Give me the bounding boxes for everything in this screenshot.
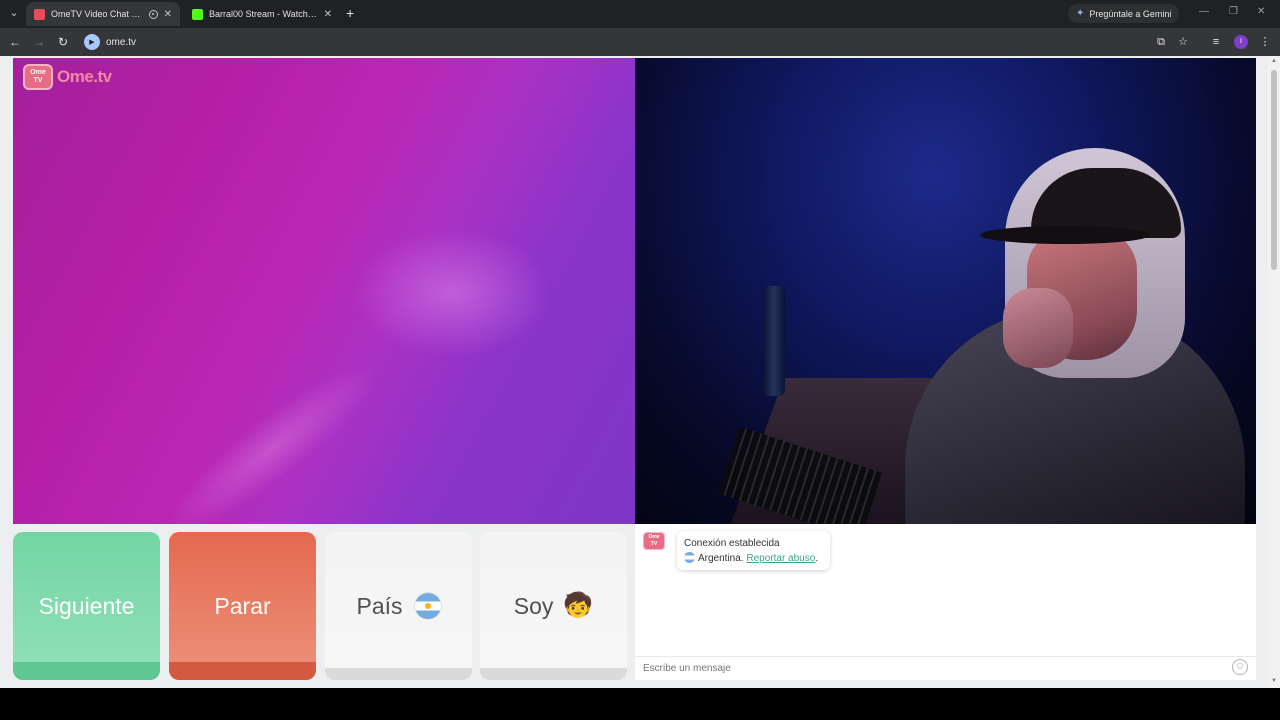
gender-label: Soy xyxy=(513,592,554,619)
forward-icon[interactable]: → xyxy=(31,34,47,50)
profile-avatar[interactable]: I xyxy=(1234,35,1248,49)
next-label: Siguiente xyxy=(38,592,135,619)
local-video: Ome TV Ome.tv xyxy=(13,58,635,524)
site-info-icon[interactable]: ▶ xyxy=(84,34,100,50)
video-person-hand xyxy=(1003,288,1073,368)
close-tab-icon[interactable]: ✕ xyxy=(164,9,172,20)
argentina-flag-icon xyxy=(414,593,441,619)
close-tab-icon[interactable]: ✕ xyxy=(324,9,332,20)
gemini-button[interactable]: ✦ Pregúntale a Gemini xyxy=(1068,4,1180,23)
stop-label: Parar xyxy=(214,592,271,619)
page-scrollbar[interactable]: ▲ ▼ xyxy=(1268,56,1280,688)
minimize-icon[interactable]: — xyxy=(1199,6,1209,17)
restore-icon[interactable]: ❐ xyxy=(1229,6,1238,17)
scroll-thumb[interactable] xyxy=(1271,70,1277,270)
argentina-flag-icon xyxy=(684,552,695,563)
menu-icon[interactable]: ⋮ xyxy=(1257,34,1273,50)
address-bar[interactable]: ▶ ome.tv xyxy=(80,31,1174,53)
tab-kick[interactable]: Barral00 Stream - Watch Live on Kick ✕ xyxy=(184,2,340,26)
remote-video xyxy=(635,58,1256,524)
close-window-icon[interactable]: ✕ xyxy=(1257,6,1265,17)
new-tab-icon[interactable]: + xyxy=(346,5,360,21)
page-content: Ome TV Ome.tv Siguiente Parar País Soy 🧒… xyxy=(0,56,1280,688)
tab-ometv[interactable]: OmeTV Video Chat — Omegle ✕ xyxy=(26,2,180,26)
back-icon[interactable]: ← xyxy=(7,34,23,50)
bookmark-star-icon[interactable]: ☆ xyxy=(1175,34,1191,50)
taskbar-area xyxy=(0,688,1280,720)
country-label: País xyxy=(356,592,403,619)
scroll-up-icon[interactable]: ▲ xyxy=(1270,58,1278,66)
partner-country: Argentina. xyxy=(698,553,744,564)
video-cap-brim xyxy=(980,226,1150,244)
logo-text: Ome.tv xyxy=(57,67,112,86)
gender-button[interactable]: Soy 🧒 xyxy=(480,532,627,680)
reload-icon[interactable]: ↻ xyxy=(55,34,71,50)
browser-tab-bar: ⌄ OmeTV Video Chat — Omegle ✕ Barral00 S… xyxy=(0,0,1280,28)
kick-favicon-icon xyxy=(192,8,203,20)
install-app-icon[interactable]: ⧉ xyxy=(1153,34,1169,50)
connection-status: Conexión establecida xyxy=(684,538,780,549)
tab-title: Barral00 Stream - Watch Live on Kick xyxy=(209,9,318,19)
light-streak xyxy=(152,344,394,524)
light-glow xyxy=(353,228,553,358)
media-controls-icon[interactable]: ≡ xyxy=(1208,34,1224,50)
gemini-label: Pregúntale a Gemini xyxy=(1089,8,1172,19)
report-abuse-link[interactable]: Reportar abuso xyxy=(746,553,815,564)
country-button[interactable]: País xyxy=(325,532,472,680)
ometv-favicon-icon xyxy=(34,8,45,20)
tab-search-icon[interactable]: ⌄ xyxy=(6,5,22,21)
stop-button[interactable]: Parar xyxy=(169,532,316,680)
gemini-spark-icon: ✦ xyxy=(1076,8,1085,19)
url-text: ome.tv xyxy=(106,36,137,48)
system-message: Conexión establecida Argentina. Reportar… xyxy=(677,531,830,570)
chat-panel: Ome TV Conexión establecida Argentina. Re… xyxy=(635,524,1256,680)
report-suffix: . xyxy=(815,553,819,564)
ometv-logo[interactable]: Ome TV Ome.tv xyxy=(23,64,112,90)
browser-toolbar: ← → ↻ ▶ ome.tv ⧉ ☆ ≡ I ⋮ xyxy=(0,28,1280,56)
video-thermos xyxy=(763,286,785,396)
scroll-down-icon[interactable]: ▼ xyxy=(1270,678,1278,686)
logo-tv-icon: Ome TV xyxy=(23,64,53,90)
recording-icon xyxy=(148,9,158,19)
ometv-chat-avatar: Ome TV xyxy=(643,532,665,550)
emoji-icon[interactable]: ☺ xyxy=(1232,659,1248,675)
tab-title: OmeTV Video Chat — Omegle xyxy=(51,9,145,19)
boy-icon: 🧒 xyxy=(563,592,594,619)
message-input[interactable] xyxy=(635,656,1256,680)
next-button[interactable]: Siguiente xyxy=(13,532,160,680)
